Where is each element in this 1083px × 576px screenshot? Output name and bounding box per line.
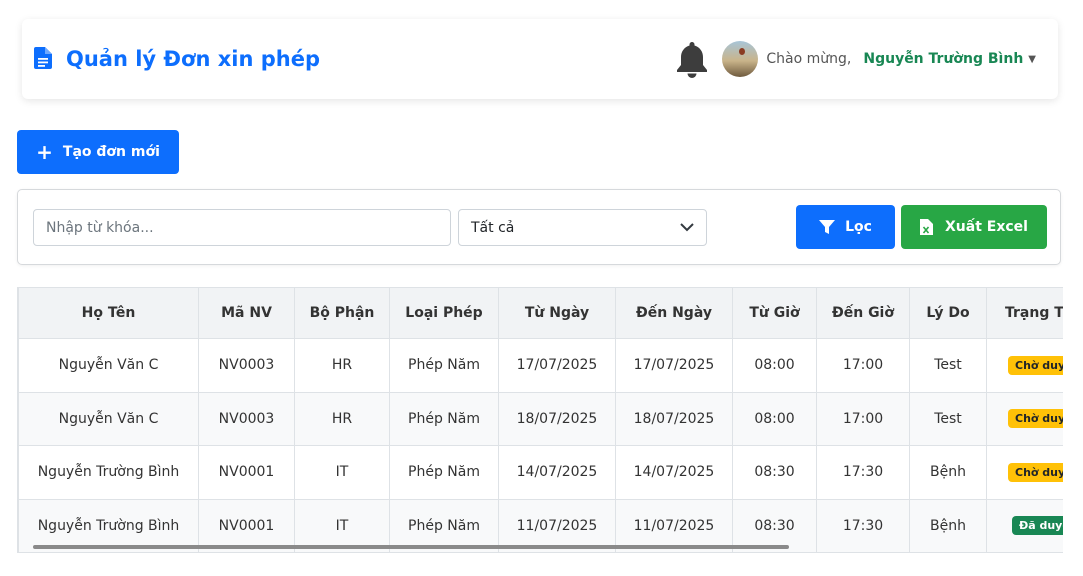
document-icon <box>34 47 54 71</box>
table-row[interactable]: Nguyễn Văn C NV0003 HR Phép Năm 17/07/20… <box>18 338 1063 393</box>
table-row[interactable]: Nguyễn Văn C NV0003 HR Phép Năm 18/07/20… <box>18 391 1063 446</box>
cell-to-time: 17:00 <box>816 338 910 393</box>
cell-from-date: 18/07/2025 <box>498 391 616 446</box>
cell-status: Chờ duyệt <box>986 445 1063 500</box>
cell-code: NV0001 <box>198 445 295 500</box>
cell-code: NV0003 <box>198 391 295 446</box>
status-select-value: Tất cả <box>471 219 515 236</box>
cell-type: Phép Năm <box>389 338 499 393</box>
user-menu-toggle[interactable]: Nguyễn Trường Bình ▼ <box>863 51 1036 67</box>
status-badge: Chờ duyệt <box>1008 355 1063 375</box>
cell-from-time: 08:00 <box>732 391 817 446</box>
page-title: Quản lý Đơn xin phép <box>66 47 320 71</box>
column-header[interactable]: Họ Tên <box>18 287 199 339</box>
cell-reason: Test <box>909 391 987 446</box>
bell-icon[interactable] <box>675 40 711 78</box>
page-header: Quản lý Đơn xin phép Chào mừng, Nguyễn T… <box>22 19 1058 99</box>
cell-reason: Bệnh <box>909 498 987 553</box>
status-badge: Chờ duyệt <box>1008 462 1063 482</box>
cell-from-time: 08:00 <box>732 338 817 393</box>
create-request-button[interactable]: + Tạo đơn mới <box>17 130 179 174</box>
column-header[interactable]: Bộ Phận <box>294 287 390 339</box>
cell-to-time: 17:30 <box>816 498 910 553</box>
excel-file-icon <box>920 219 934 235</box>
column-header[interactable]: Trạng Thái <box>986 287 1063 339</box>
cell-type: Phép Năm <box>389 391 499 446</box>
filter-bar: Tất cả Lọc Xuất Excel <box>17 189 1061 265</box>
column-header[interactable]: Loại Phép <box>389 287 499 339</box>
cell-name: Nguyễn Văn C <box>18 391 199 446</box>
column-header[interactable]: Từ Giờ <box>732 287 817 339</box>
user-area: Chào mừng, Nguyễn Trường Bình ▼ <box>675 40 1036 78</box>
create-request-label: Tạo đơn mới <box>62 144 160 160</box>
column-header[interactable]: Mã NV <box>198 287 295 339</box>
cell-reason: Bệnh <box>909 445 987 500</box>
brand: Quản lý Đơn xin phép <box>34 47 320 71</box>
plus-icon: + <box>36 140 53 164</box>
filter-icon <box>819 219 836 235</box>
table-row[interactable]: Nguyễn Trường Bình NV0001 IT Phép Năm 14… <box>18 445 1063 500</box>
filter-button[interactable]: Lọc <box>796 205 895 249</box>
cell-to-date: 14/07/2025 <box>615 445 733 500</box>
cell-from-time: 08:30 <box>732 445 817 500</box>
export-excel-button[interactable]: Xuất Excel <box>901 205 1047 249</box>
filter-label: Lọc <box>845 219 872 235</box>
cell-dept: HR <box>294 391 390 446</box>
column-header[interactable]: Đến Giờ <box>816 287 910 339</box>
horizontal-scrollbar[interactable] <box>33 545 789 549</box>
chevron-down-icon <box>680 222 694 233</box>
search-input[interactable] <box>33 209 451 246</box>
cell-from-date: 17/07/2025 <box>498 338 616 393</box>
column-header[interactable]: Lý Do <box>909 287 987 339</box>
table-header-row: Họ Tên Mã NV Bộ Phận Loại Phép Từ Ngày Đ… <box>18 287 1063 339</box>
cell-status: Chờ duyệt <box>986 391 1063 446</box>
avatar[interactable] <box>722 41 759 77</box>
cell-dept: IT <box>294 445 390 500</box>
cell-to-date: 18/07/2025 <box>615 391 733 446</box>
cell-dept: HR <box>294 338 390 393</box>
cell-reason: Test <box>909 338 987 393</box>
leave-requests-table: Họ Tên Mã NV Bộ Phận Loại Phép Từ Ngày Đ… <box>17 287 1063 553</box>
status-badge: Chờ duyệt <box>1008 409 1063 429</box>
status-select[interactable]: Tất cả <box>458 209 707 246</box>
cell-type: Phép Năm <box>389 445 499 500</box>
cell-status: Đã duyệt <box>986 498 1063 553</box>
column-header[interactable]: Đến Ngày <box>615 287 733 339</box>
cell-to-time: 17:30 <box>816 445 910 500</box>
cell-status: Chờ duyệt <box>986 338 1063 393</box>
export-excel-label: Xuất Excel <box>945 219 1028 235</box>
cell-code: NV0003 <box>198 338 295 393</box>
cell-name: Nguyễn Trường Bình <box>18 445 199 500</box>
greeting-text: Chào mừng, <box>766 51 852 67</box>
username: Nguyễn Trường Bình <box>863 51 1024 67</box>
status-badge: Đã duyệt <box>1012 516 1063 536</box>
cell-to-date: 17/07/2025 <box>615 338 733 393</box>
cell-name: Nguyễn Văn C <box>18 338 199 393</box>
cell-to-time: 17:00 <box>816 391 910 446</box>
column-header[interactable]: Từ Ngày <box>498 287 616 339</box>
cell-from-date: 14/07/2025 <box>498 445 616 500</box>
caret-down-icon: ▼ <box>1028 53 1036 65</box>
